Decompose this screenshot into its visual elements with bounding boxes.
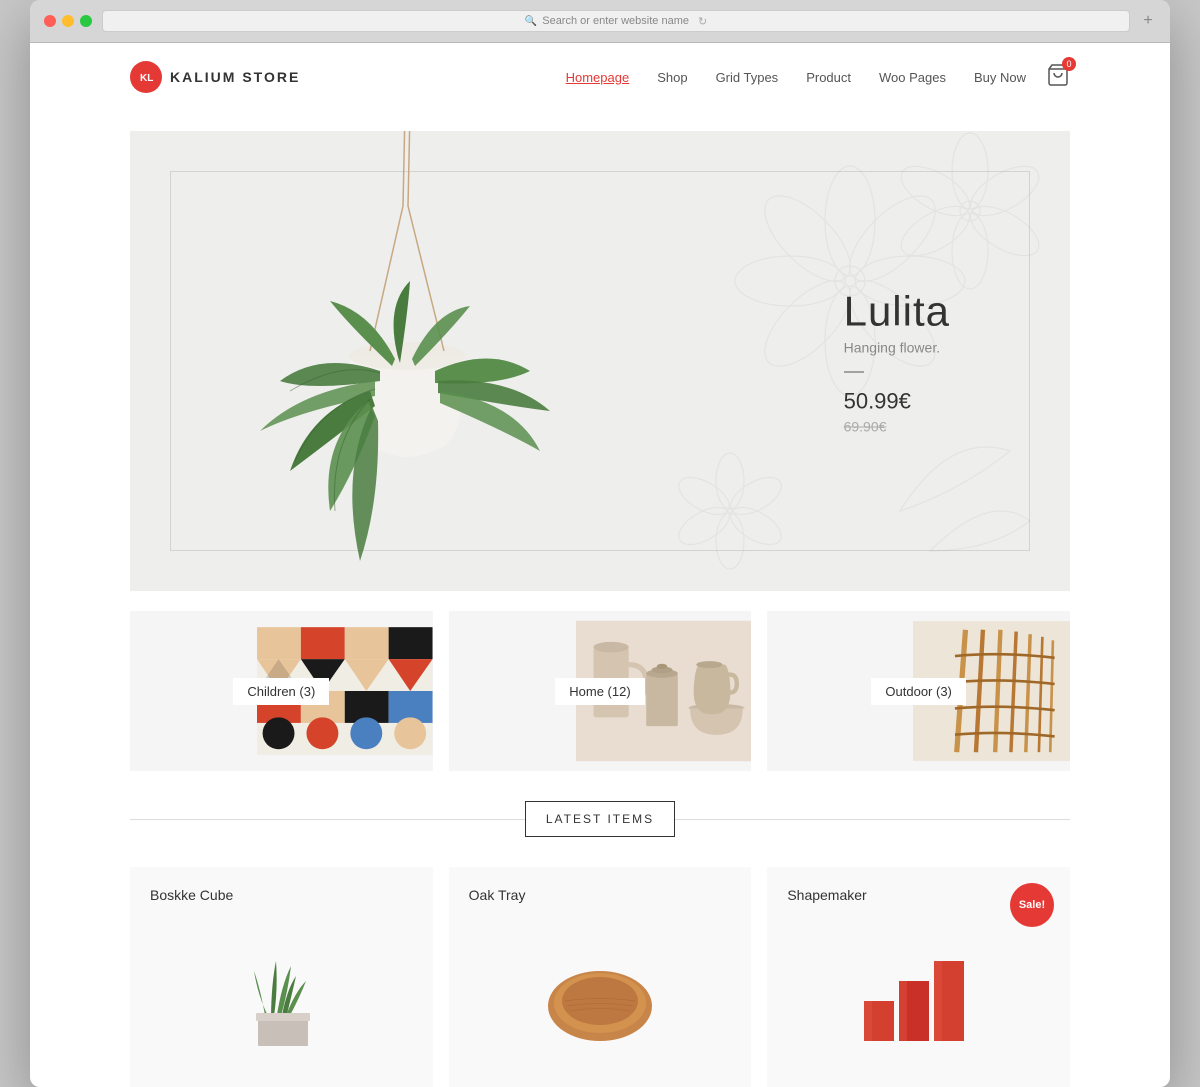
search-icon: 🔍 — [525, 16, 537, 27]
cart-badge: 0 — [1062, 57, 1076, 71]
hero-price: 50.99€ — [844, 389, 950, 415]
hero-text: Lulita Hanging flower. 50.99€ 69.90€ — [844, 288, 950, 435]
product-name-1: Oak Tray — [469, 887, 732, 903]
product-image-2 — [787, 911, 1050, 1051]
maximize-button[interactable] — [80, 15, 92, 27]
product-card-0[interactable]: Boskke Cube — [130, 867, 433, 1087]
main-nav: Homepage Shop Grid Types Product Woo Pag… — [566, 70, 1026, 85]
hero-product-subtitle: Hanging flower. — [844, 340, 950, 356]
latest-title: LATEST ITEMS — [546, 812, 654, 826]
category-label-home: Home (12) — [555, 678, 644, 705]
reload-icon: ↻ — [698, 15, 707, 28]
browser-chrome: 🔍 Search or enter website name ↻ + — [30, 0, 1170, 43]
product-card-1[interactable]: Oak Tray — [449, 867, 752, 1087]
nav-buy-now[interactable]: Buy Now — [974, 70, 1026, 85]
category-label-outdoor: Outdoor (3) — [871, 678, 965, 705]
browser-window: 🔍 Search or enter website name ↻ + KL KA… — [30, 0, 1170, 1087]
hero-section: .petal{fill:none;stroke:#ccc;stroke-widt… — [130, 131, 1070, 591]
cart-button[interactable]: 0 — [1046, 63, 1070, 92]
nav-homepage[interactable]: Homepage — [566, 70, 630, 85]
hero-divider — [844, 372, 864, 373]
latest-section: LATEST ITEMS Boskke Cube — [130, 801, 1070, 1087]
nav-product[interactable]: Product — [806, 70, 851, 85]
category-card-home[interactable]: Home (12) — [449, 611, 752, 771]
traffic-lights — [44, 15, 92, 27]
category-card-outdoor[interactable]: Outdoor (3) — [767, 611, 1070, 771]
latest-line-left — [130, 819, 525, 820]
minimize-button[interactable] — [62, 15, 74, 27]
categories-section: Children (3) — [130, 611, 1070, 771]
svg-text:KL: KL — [140, 73, 153, 84]
logo-area: KL KALIUM STORE — [130, 61, 566, 93]
address-bar[interactable]: 🔍 Search or enter website name ↻ — [102, 10, 1130, 32]
category-label-children: Children (3) — [233, 678, 329, 705]
nav-woo-pages[interactable]: Woo Pages — [879, 70, 946, 85]
category-card-children[interactable]: Children (3) — [130, 611, 433, 771]
product-card-2[interactable]: Sale! Shapemaker — [767, 867, 1070, 1087]
products-grid: Boskke Cube — [130, 867, 1070, 1087]
address-text: Search or enter website name — [542, 15, 689, 27]
sale-badge: Sale! — [1010, 883, 1054, 927]
product-name-0: Boskke Cube — [150, 887, 413, 903]
hero-product-name: Lulita — [844, 288, 950, 336]
site-header: KL KALIUM STORE Homepage Shop Grid Types… — [30, 43, 1170, 111]
nav-grid-types[interactable]: Grid Types — [716, 70, 779, 85]
close-button[interactable] — [44, 15, 56, 27]
product-image-1 — [469, 911, 732, 1051]
latest-header: LATEST ITEMS — [130, 801, 1070, 837]
hero-price-old: 69.90€ — [844, 419, 950, 435]
product-image-0 — [150, 911, 413, 1051]
nav-shop[interactable]: Shop — [657, 70, 687, 85]
latest-line-right — [675, 819, 1070, 820]
logo-text: KALIUM STORE — [170, 69, 300, 85]
page-content: KL KALIUM STORE Homepage Shop Grid Types… — [30, 43, 1170, 1087]
hero-plant-image — [230, 131, 590, 591]
logo-icon: KL — [130, 61, 162, 93]
new-tab-button[interactable]: + — [1140, 13, 1156, 29]
latest-title-wrap: LATEST ITEMS — [525, 801, 675, 837]
